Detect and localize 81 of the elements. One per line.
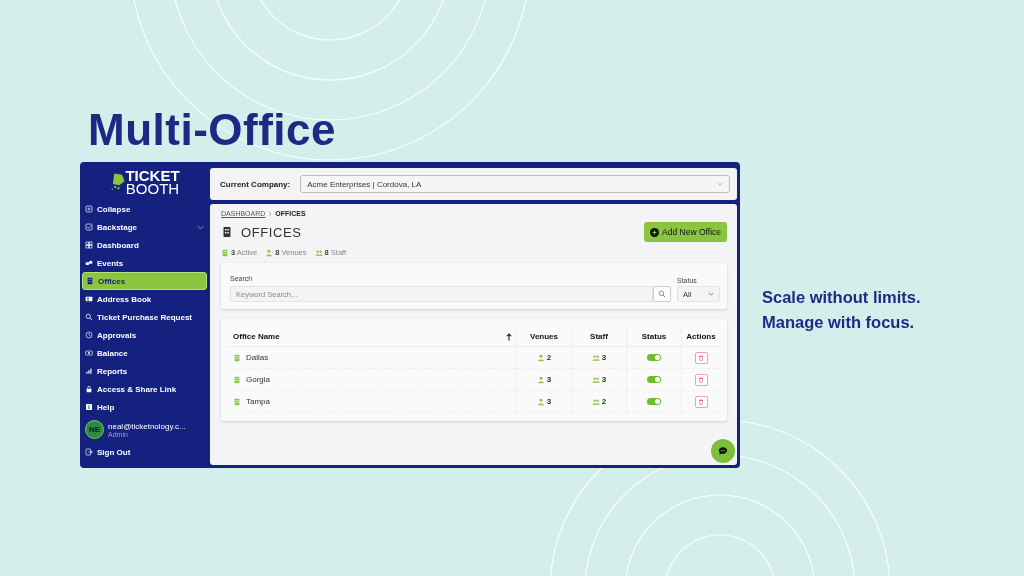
avatar: NE	[85, 420, 104, 439]
column-header[interactable]: Venues	[530, 332, 558, 341]
help-icon	[85, 403, 93, 411]
status-toggle[interactable]	[647, 376, 661, 384]
delete-button[interactable]	[694, 395, 708, 408]
venue-count: 3	[546, 397, 552, 406]
chevron-icon	[197, 224, 204, 230]
people-icon	[591, 397, 600, 406]
nav-item[interactable]: Approvals	[82, 326, 207, 344]
clock-icon	[85, 331, 93, 339]
venue-count: 2	[546, 353, 552, 362]
chat-icon	[718, 446, 728, 456]
nav-item[interactable]: Collapse	[82, 200, 207, 218]
people-icon	[591, 375, 600, 384]
building-icon	[233, 397, 241, 406]
nav-item[interactable]: Help	[82, 398, 207, 416]
nav-item[interactable]: Events	[82, 254, 207, 272]
nav-item[interactable]: Backstage	[82, 218, 207, 236]
office-name: Gorgia	[246, 375, 270, 384]
people-icon	[314, 248, 323, 257]
search-icon	[85, 313, 93, 321]
trash-icon	[698, 398, 704, 405]
column-header[interactable]: Status	[641, 332, 667, 341]
office-name: Dallas	[246, 353, 269, 362]
nav-item[interactable]: Reports	[82, 362, 207, 380]
checkbox-icon	[85, 223, 93, 231]
venue-count: 3	[546, 375, 552, 384]
sign-out-icon	[85, 448, 93, 456]
contact-icon	[85, 295, 93, 303]
staff-count: 2	[601, 397, 607, 406]
person-icon	[536, 375, 545, 384]
sign-out-link[interactable]: Sign Out	[82, 443, 207, 461]
status-toggle[interactable]	[647, 354, 661, 362]
tagline: Scale without limits.	[762, 288, 921, 307]
lock-icon	[85, 385, 93, 393]
nav-item[interactable]: Ticket Purchase Request	[82, 308, 207, 326]
chevron-icon	[708, 292, 714, 296]
nav-item[interactable]: Balance	[82, 344, 207, 362]
chevron-right-icon	[268, 210, 273, 217]
plus-circle-icon	[650, 227, 660, 237]
building-icon	[233, 353, 241, 362]
column-header[interactable]: Staff	[590, 332, 608, 341]
nav-item[interactable]: Address Book	[82, 290, 207, 308]
ticket-icon	[85, 259, 93, 267]
status-toggle[interactable]	[647, 398, 661, 406]
slide-title: Multi-Office	[88, 104, 337, 156]
bar-chart-icon	[85, 367, 93, 375]
column-header[interactable]: Actions	[686, 332, 716, 341]
nav-item[interactable]: Access & Share Link	[82, 380, 207, 398]
search-button[interactable]	[653, 286, 671, 302]
office-name: Tampa	[246, 397, 270, 406]
company-select[interactable]: Acme Enterprises | Cordova, LA	[300, 175, 730, 193]
nav-item[interactable]: Offices	[82, 272, 207, 290]
person-icon	[536, 353, 545, 362]
person-icon	[536, 397, 545, 406]
add-office-button[interactable]: Add New Office	[644, 222, 727, 242]
trash-icon	[698, 354, 704, 361]
logo-drawing: TICKET BOOTH	[82, 164, 207, 200]
user-email: neal@ticketnology.c...	[108, 421, 186, 431]
delete-button[interactable]	[694, 373, 708, 386]
people-icon	[591, 353, 600, 362]
person-icon	[265, 248, 274, 257]
page-title: OFFICES	[241, 224, 302, 240]
tagline: Manage with focus.	[762, 313, 916, 332]
plus-box-icon	[85, 205, 93, 213]
building-icon	[221, 225, 233, 239]
cash-icon	[85, 349, 93, 357]
column-header[interactable]: Office Name	[233, 332, 280, 341]
company-value: Acme Enterprises | Cordova, LA	[307, 179, 422, 189]
staff-count: 3	[601, 353, 607, 362]
staff-count: 3	[601, 375, 607, 384]
trash-icon	[698, 376, 704, 383]
grid-icon	[85, 241, 93, 249]
delete-button[interactable]	[694, 351, 708, 364]
nav-item[interactable]: Dashboard	[82, 236, 207, 254]
search-icon	[658, 290, 666, 298]
building-icon	[221, 248, 229, 257]
company-label: Current Company:	[220, 179, 291, 189]
building-icon	[86, 277, 94, 285]
building-icon	[233, 375, 241, 384]
chevron-icon	[717, 182, 723, 186]
